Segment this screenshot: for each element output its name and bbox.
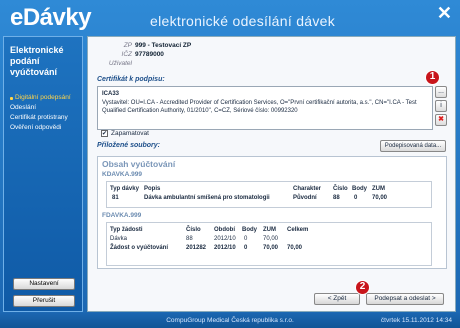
table-cell: Původní xyxy=(293,195,317,201)
kdavka-table: Typ dávky Popis Charakter Číslo Body ZUM… xyxy=(106,181,432,208)
zp-value: 999 - Testovací ZP xyxy=(135,42,192,49)
sign-and-send-button[interactable]: Podepsat a odeslat > xyxy=(366,293,444,305)
col-header: Číslo xyxy=(333,186,348,192)
step-label: Certifikát protistrany xyxy=(10,114,68,121)
main-panel: ZP 999 - Testovací ZP IČZ 97789000 Uživate… xyxy=(87,36,456,312)
table-cell: Dávka xyxy=(110,236,128,242)
col-header: ZUM xyxy=(372,186,385,192)
col-header: Popis xyxy=(144,186,161,192)
col-header: ZUM xyxy=(263,227,276,233)
certificate-info-icon[interactable]: i xyxy=(435,100,447,112)
col-header: Body xyxy=(242,227,257,233)
icz-value: 97789000 xyxy=(135,51,164,58)
table-cell: 81 xyxy=(112,195,119,201)
remember-label: Zapamatovat xyxy=(111,130,149,137)
app-logo: eDávky xyxy=(10,4,92,31)
certificate-box[interactable]: ICA33 Vystavitel: OU=I.CA - Accredited P… xyxy=(97,86,433,130)
checkmark-icon: ✔ xyxy=(101,130,108,137)
fdavka-section: FDAVKA.999 xyxy=(102,212,142,219)
table-cell: 0 xyxy=(244,245,248,251)
certificate-label: Certifikát k podpisu: xyxy=(97,76,165,83)
step-counterparty-cert: Certifikát protistrany xyxy=(10,113,84,123)
callout-marker-1: 1 xyxy=(425,70,440,85)
content-panel: Obsah vyúčtování KDAVKA.999 Typ dávky Po… xyxy=(97,156,447,269)
icz-label: IČZ xyxy=(121,51,132,58)
step-send: Odeslání xyxy=(10,103,84,113)
table-row: Dávka 88 2012/10 0 70,00 xyxy=(107,235,431,244)
table-cell: 0 xyxy=(354,195,358,201)
col-header: Typ dávky xyxy=(110,186,139,192)
col-header: Celkem xyxy=(287,227,309,233)
status-bar: CompuGroup Medical Česká republika s.r.o… xyxy=(0,313,460,328)
col-header: Období xyxy=(214,227,235,233)
step-label: Odeslání xyxy=(10,104,37,111)
remember-checkbox[interactable]: ✔ Zapamatovat xyxy=(101,130,149,137)
table-cell: 70,00 xyxy=(263,245,279,251)
table-header: Typ žádosti Číslo Období Body ZUM Celkem xyxy=(107,226,431,235)
table-cell: 70,00 xyxy=(372,195,388,201)
browse-certificate-button[interactable]: ... xyxy=(435,86,447,98)
status-datetime: čtvrtek 15.11.2012 14:34 xyxy=(380,317,452,324)
table-cell: Dávka ambulantní smíšená pro stomatologi… xyxy=(144,195,270,201)
col-header: Charakter xyxy=(293,186,322,192)
sidebar: Elektronické podání vyúčtování Digitální… xyxy=(3,36,83,312)
current-step-icon xyxy=(10,96,13,100)
table-cell: 70,00 xyxy=(287,245,303,251)
table-cell: 0 xyxy=(244,236,248,242)
user-label: Uživatel xyxy=(108,60,132,67)
fdavka-table: Typ žádosti Číslo Období Body ZUM Celkem… xyxy=(106,222,432,266)
table-cell: 2012/10 xyxy=(214,236,236,242)
attachments-label: Přiložené soubory: xyxy=(97,142,161,149)
step-sign: Digitální podepsání xyxy=(10,93,84,103)
sidebar-title: Elektronické podání vyúčtování xyxy=(10,45,64,77)
table-cell: 70,00 xyxy=(263,236,279,242)
col-header: Body xyxy=(352,186,367,192)
settings-button[interactable]: Nastavení xyxy=(13,278,75,290)
cancel-button[interactable]: Přerušit xyxy=(13,295,75,307)
app-window: eDávky elektronické odesílání dávek ✕ El… xyxy=(0,0,460,328)
title-bar: eDávky elektronické odesílání dávek ✕ xyxy=(0,0,460,36)
table-cell: 2012/10 xyxy=(214,245,236,251)
remove-certificate-icon[interactable]: ✖ xyxy=(435,114,447,126)
table-header: Typ dávky Popis Charakter Číslo Body ZUM xyxy=(107,185,431,194)
col-header: Číslo xyxy=(186,227,201,233)
kdavka-section: KDAVKA.999 xyxy=(102,171,142,178)
table-row: 81 Dávka ambulantní smíšená pro stomatol… xyxy=(107,194,431,203)
header-info: ZP 999 - Testovací ZP IČZ 97789000 Uživate… xyxy=(90,41,450,68)
step-verify-response: Ověření odpovědi xyxy=(10,123,84,133)
table-cell: 201282 xyxy=(186,245,207,251)
signed-data-button[interactable]: Podepisovaná data... xyxy=(380,140,446,152)
zp-label: ZP xyxy=(123,42,132,49)
window-title: elektronické odesílání dávek xyxy=(150,13,336,29)
table-row: Žádost o vyúčtování 201282 2012/10 0 70,… xyxy=(107,244,431,253)
content-title: Obsah vyúčtování xyxy=(102,159,176,169)
callout-marker-2: 2 xyxy=(355,280,370,295)
certificate-name: ICA33 xyxy=(102,91,120,97)
table-cell: 88 xyxy=(333,195,340,201)
back-button[interactable]: < Zpět xyxy=(314,293,360,305)
certificate-actions: ... i ✖ xyxy=(435,86,447,128)
certificate-issuer: Vystavitel: OU=I.CA - Accredited Provide… xyxy=(102,100,417,114)
col-header: Typ žádosti xyxy=(110,227,143,233)
step-label: Digitální podepsání xyxy=(15,94,71,101)
wizard-steps: Digitální podepsání Odeslání Certifikát … xyxy=(10,93,84,133)
table-cell: 88 xyxy=(186,236,193,242)
table-cell: Žádost o vyúčtování xyxy=(110,245,169,251)
close-icon[interactable]: ✕ xyxy=(437,3,452,24)
step-label: Ověření odpovědi xyxy=(10,124,62,131)
